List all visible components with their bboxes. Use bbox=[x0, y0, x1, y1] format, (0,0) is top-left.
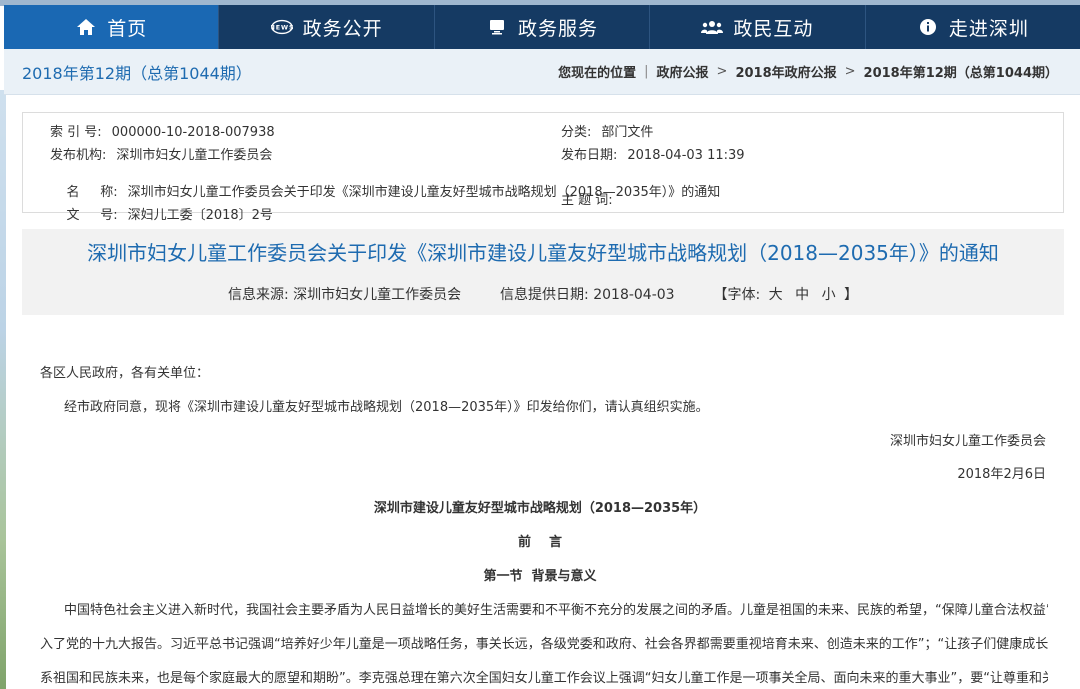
chevron-right-icon: > bbox=[844, 64, 856, 79]
body-paragraph-line: 入了党的十九大报告。习近平总书记强调“培养好少年儿童是一项战略任务，事关长远，各… bbox=[40, 637, 1048, 652]
nav-item-gov-services[interactable]: 政务服务 bbox=[435, 5, 651, 49]
breadcrumb: 您现在的位置 | 政府公报 > 2018年政府公报 > 2018年第12期（总第… bbox=[558, 62, 1058, 81]
nav-item-home[interactable]: 首页 bbox=[4, 5, 220, 49]
font-size-small[interactable]: 小 bbox=[822, 287, 836, 303]
body-paragraph-line: 中国特色社会主义进入新时代，我国社会主要矛盾为人民日益增长的美好生活需要和不平衡… bbox=[64, 603, 1048, 618]
svg-text:NEWS: NEWS bbox=[271, 24, 293, 32]
body-paragraph: 经市政府同意，现将《深圳市建设儿童友好型城市战略规划（2018—2035年）》印… bbox=[64, 400, 709, 415]
nav-item-label: 首页 bbox=[107, 17, 148, 40]
signer: 深圳市妇女儿童工作委员会 bbox=[889, 434, 1046, 449]
font-size-label: 【字体: bbox=[713, 287, 761, 303]
chevron-right-icon: > bbox=[716, 64, 728, 79]
info-icon bbox=[917, 16, 939, 38]
provide-date-value: 2018-04-03 bbox=[593, 287, 675, 303]
font-size-end: 】 bbox=[844, 287, 859, 303]
preface-heading: 前 言 bbox=[517, 535, 563, 550]
font-size-large[interactable]: 大 bbox=[769, 287, 783, 303]
monitor-icon bbox=[486, 16, 508, 38]
meta-publish-date: 发布日期: 2018-04-03 11:39 bbox=[561, 148, 745, 163]
nav-item-gov-affairs[interactable]: NEWS 政务公开 bbox=[219, 5, 435, 49]
home-icon bbox=[75, 16, 97, 38]
source-label: 信息来源: bbox=[227, 287, 289, 303]
nav-item-label: 走进深圳 bbox=[948, 17, 1029, 40]
doc-heading: 深圳市建设儿童友好型城市战略规划（2018—2035年） bbox=[373, 501, 707, 516]
meta-publisher: 发布机构: 深圳市妇女儿童工作委员会 bbox=[50, 148, 273, 163]
source-line: 信息来源: 深圳市妇女儿童工作委员会 信息提供日期: 2018-04-03 【字… bbox=[22, 284, 1064, 304]
breadcrumb-divider: | bbox=[644, 64, 649, 79]
font-size-medium[interactable]: 中 bbox=[795, 287, 809, 303]
document-title: 深圳市妇女儿童工作委员会关于印发《深圳市建设儿童友好型城市战略规划（2018—2… bbox=[87, 241, 999, 265]
meta-index: 索 引 号: 000000-10-2018-007938 bbox=[50, 125, 275, 140]
main-nav: 首页 NEWS 政务公开 政务服务 政民互动 走进深圳 bbox=[4, 5, 1080, 49]
breadcrumb-item-year[interactable]: 2018年政府公报 bbox=[735, 62, 836, 81]
nav-item-label: 政务服务 bbox=[518, 17, 599, 40]
side-decor-strip bbox=[0, 90, 6, 689]
breadcrumb-item-gazette[interactable]: 政府公报 bbox=[657, 62, 709, 81]
meta-subject: 主 题 词: bbox=[561, 193, 613, 208]
nav-item-interaction[interactable]: 政民互动 bbox=[650, 5, 866, 49]
nav-item-shenzhen[interactable]: 走进深圳 bbox=[866, 5, 1080, 49]
breadcrumb-location-label: 您现在的位置 bbox=[558, 66, 637, 81]
salutation: 各区人民政府，各有关单位： bbox=[40, 366, 210, 381]
issue-title: 2018年第12期（总第1044期） bbox=[22, 63, 252, 83]
body-paragraph-line: 系祖国和民族未来，也是每个家庭最大的愿望和期盼”。李克强总理在第六次全国妇女儿童… bbox=[40, 671, 1048, 686]
sign-date: 2018年2月6日 bbox=[957, 467, 1046, 482]
provide-date-label: 信息提供日期: bbox=[500, 287, 589, 303]
news-icon: NEWS bbox=[271, 16, 293, 38]
meta-category: 分类: 部门文件 bbox=[561, 125, 654, 140]
section-heading: 第一节 背景与意义 bbox=[483, 569, 597, 584]
users-icon bbox=[701, 16, 724, 38]
source-value: 深圳市妇女儿童工作委员会 bbox=[293, 287, 462, 303]
breadcrumb-bar: 2018年第12期（总第1044期） 您现在的位置 | 政府公报 > 2018年… bbox=[4, 49, 1080, 95]
nav-item-label: 政民互动 bbox=[733, 17, 814, 40]
nav-item-label: 政务公开 bbox=[302, 17, 383, 40]
document-meta-box: 索 引 号: 000000-10-2018-007938 分类: 部门文件 发布机构… bbox=[22, 112, 1064, 223]
document-title-box: 深圳市妇女儿童工作委员会关于印发《深圳市建设儿童友好型城市战略规划（2018—2… bbox=[22, 229, 1064, 315]
breadcrumb-item-issue[interactable]: 2018年第12期（总第1044期） bbox=[864, 62, 1058, 81]
